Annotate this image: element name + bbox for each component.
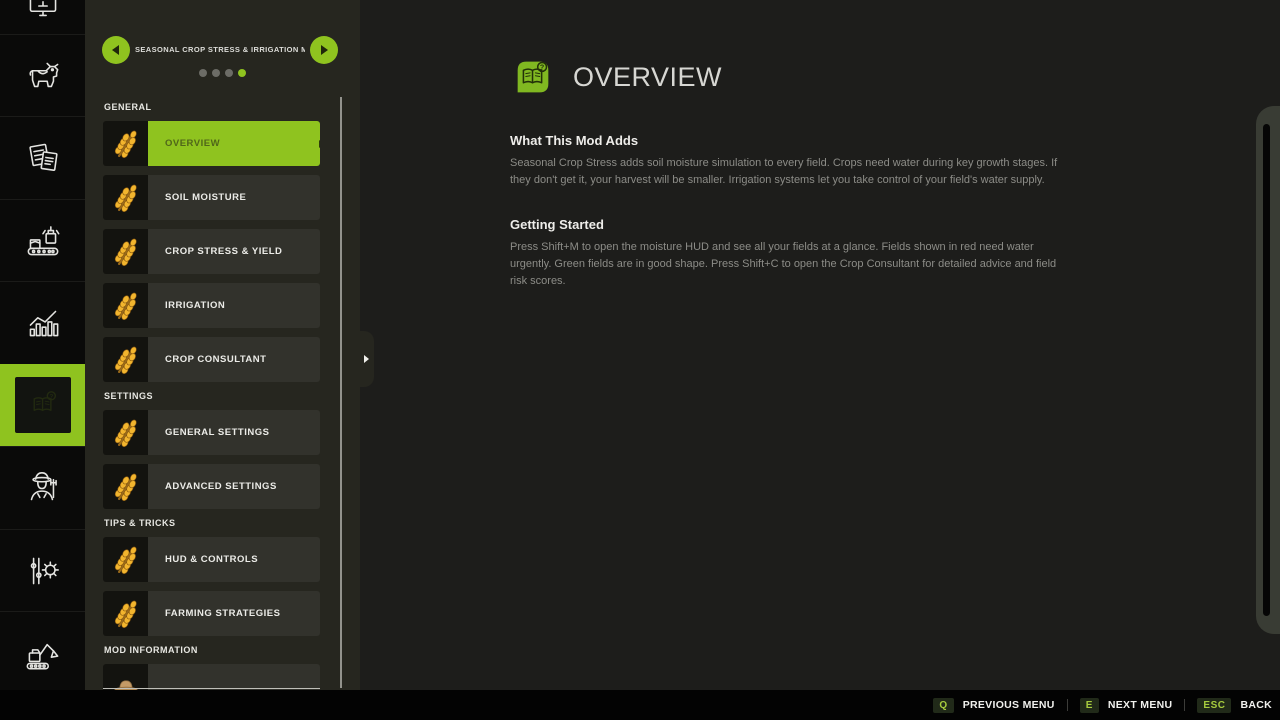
- carousel-dot[interactable]: [199, 69, 207, 77]
- rail-item-farmer[interactable]: [0, 446, 85, 528]
- sidebar-item-label: CROP STRESS & YIELD: [148, 229, 320, 274]
- item-icon-box: [103, 283, 148, 328]
- item-icon-box: [103, 410, 148, 455]
- section-label: GENERAL: [104, 102, 320, 113]
- key-badge-esc: ESC: [1197, 698, 1231, 713]
- item-icon-box: [103, 337, 148, 382]
- section-body: Press Shift+M to open the moisture HUD a…: [510, 239, 1070, 290]
- sidebar-item-label: SOIL MOISTURE: [148, 175, 320, 220]
- item-icon-box: [103, 591, 148, 636]
- item-icon-box: [103, 121, 148, 166]
- sidebar-item-overview[interactable]: OVERVIEW: [103, 121, 320, 166]
- key-badge-e: E: [1080, 698, 1099, 713]
- left-icon-rail: [0, 0, 85, 690]
- arrow-left-icon: [112, 45, 119, 55]
- sidebar-item-general-settings[interactable]: GENERAL SETTINGS: [103, 410, 320, 455]
- sidebar-item-label: IRRIGATION: [148, 283, 320, 328]
- rail-item-construction[interactable]: [0, 611, 85, 690]
- right-panel-edge-line: [1263, 124, 1270, 616]
- sidebar-item-farming-strategies[interactable]: FARMING STRATEGIES: [103, 591, 320, 636]
- sidebar-item-label: GENERAL SETTINGS: [148, 410, 320, 455]
- section-heading: What This Mod Adds: [510, 133, 1070, 148]
- item-icon-box: [103, 229, 148, 274]
- production-icon: [20, 218, 66, 264]
- footer-separator: [1184, 699, 1185, 711]
- sidebar-item-mod-info-partial[interactable]: [103, 664, 320, 690]
- carousel-next-button[interactable]: [310, 36, 338, 64]
- sidebar-clip-line: [103, 688, 320, 689]
- cow-icon: [20, 53, 66, 99]
- sidebar-item-advanced-settings[interactable]: ADVANCED SETTINGS: [103, 464, 320, 509]
- page-title: OVERVIEW: [573, 62, 722, 93]
- sidebar-item-label: FARMING STRATEGIES: [148, 591, 320, 636]
- shortcut-label: PREVIOUS MENU: [963, 699, 1055, 711]
- wheat-icon: [111, 183, 141, 213]
- sidebar-item-label: HUD & CONTROLS: [148, 537, 320, 582]
- documents-icon: [20, 135, 66, 181]
- carousel-dot[interactable]: [238, 69, 246, 77]
- wheat-icon: [111, 129, 141, 159]
- wheat-icon: [111, 418, 141, 448]
- rail-item-production[interactable]: [0, 199, 85, 281]
- sidebar-scrollbar[interactable]: [340, 97, 342, 688]
- arrow-right-icon: [321, 45, 328, 55]
- sidebar-item-hud-controls[interactable]: HUD & CONTROLS: [103, 537, 320, 582]
- rail-item-mod-settings[interactable]: [0, 529, 85, 611]
- rail-item-monitor[interactable]: [0, 0, 85, 34]
- sliders-gear-icon: [20, 548, 66, 594]
- sidebar-item-crop-stress-yield[interactable]: CROP STRESS & YIELD: [103, 229, 320, 274]
- content-header: OVERVIEW: [510, 54, 722, 100]
- shortcut-label: BACK: [1240, 699, 1272, 711]
- selected-tile-square: [15, 377, 71, 433]
- help-book-icon: [510, 54, 556, 100]
- section-label: TIPS & TRICKS: [104, 518, 320, 529]
- selected-arrow-icon: [319, 140, 320, 148]
- carousel-dot[interactable]: [212, 69, 220, 77]
- sidebar-item-soil-moisture[interactable]: SOIL MOISTURE: [103, 175, 320, 220]
- shortcut-back[interactable]: ESC BACK: [1197, 698, 1272, 713]
- help-book-icon: [22, 384, 64, 426]
- sidebar-item-label: ADVANCED SETTINGS: [148, 464, 320, 509]
- footer-separator: [1067, 699, 1068, 711]
- sidebar-item-label: [148, 664, 320, 690]
- carousel-title: SEASONAL CROP STRESS & IRRIGATION MA...: [135, 45, 305, 54]
- sidebar-item-label: CROP CONSULTANT: [148, 337, 320, 382]
- rail-item-help-selected[interactable]: [0, 364, 85, 446]
- sidebar-item-label: OVERVIEW: [148, 121, 320, 166]
- rail-item-contracts[interactable]: [0, 116, 85, 198]
- rail-item-statistics[interactable]: [0, 281, 85, 363]
- wheat-icon: [111, 599, 141, 629]
- wheat-icon: [111, 345, 141, 375]
- section-label: MOD INFORMATION: [104, 645, 320, 656]
- monitor-icon: [20, 0, 66, 29]
- wheat-icon: [111, 237, 141, 267]
- carousel-prev-button[interactable]: [102, 36, 130, 64]
- section-body: Seasonal Crop Stress adds soil moisture …: [510, 155, 1070, 189]
- sidebar-item-irrigation[interactable]: IRRIGATION: [103, 283, 320, 328]
- shortcut-previous-menu[interactable]: Q PREVIOUS MENU: [933, 698, 1054, 713]
- rail-item-animals[interactable]: [0, 34, 85, 116]
- sidebar-item-crop-consultant[interactable]: CROP CONSULTANT: [103, 337, 320, 382]
- item-icon-box: [103, 664, 148, 690]
- key-badge-q: Q: [933, 698, 953, 713]
- wheat-icon: [111, 545, 141, 575]
- bar-chart-icon: [20, 300, 66, 346]
- shortcut-label: NEXT MENU: [1108, 699, 1173, 711]
- sidebar-collapse-handle[interactable]: [360, 331, 374, 387]
- section-heading: Getting Started: [510, 217, 1070, 232]
- farmer-icon: [20, 465, 66, 511]
- sidebar-panel: SEASONAL CROP STRESS & IRRIGATION MA... …: [85, 0, 360, 690]
- shortcut-next-menu[interactable]: E NEXT MENU: [1080, 698, 1173, 713]
- carousel-dots: [85, 69, 360, 77]
- footer-bar: Q PREVIOUS MENU E NEXT MENU ESC BACK: [0, 690, 1280, 720]
- item-icon-box: [103, 175, 148, 220]
- carousel-dot[interactable]: [225, 69, 233, 77]
- excavator-icon: [20, 630, 66, 676]
- wheat-icon: [111, 472, 141, 502]
- item-icon-box: [103, 464, 148, 509]
- item-icon-box: [103, 537, 148, 582]
- wheat-icon: [111, 291, 141, 321]
- section-label: SETTINGS: [104, 391, 320, 402]
- sidebar-menu: GENERAL OVERVIEW SOIL MOISTURE CROP STRE…: [103, 100, 320, 690]
